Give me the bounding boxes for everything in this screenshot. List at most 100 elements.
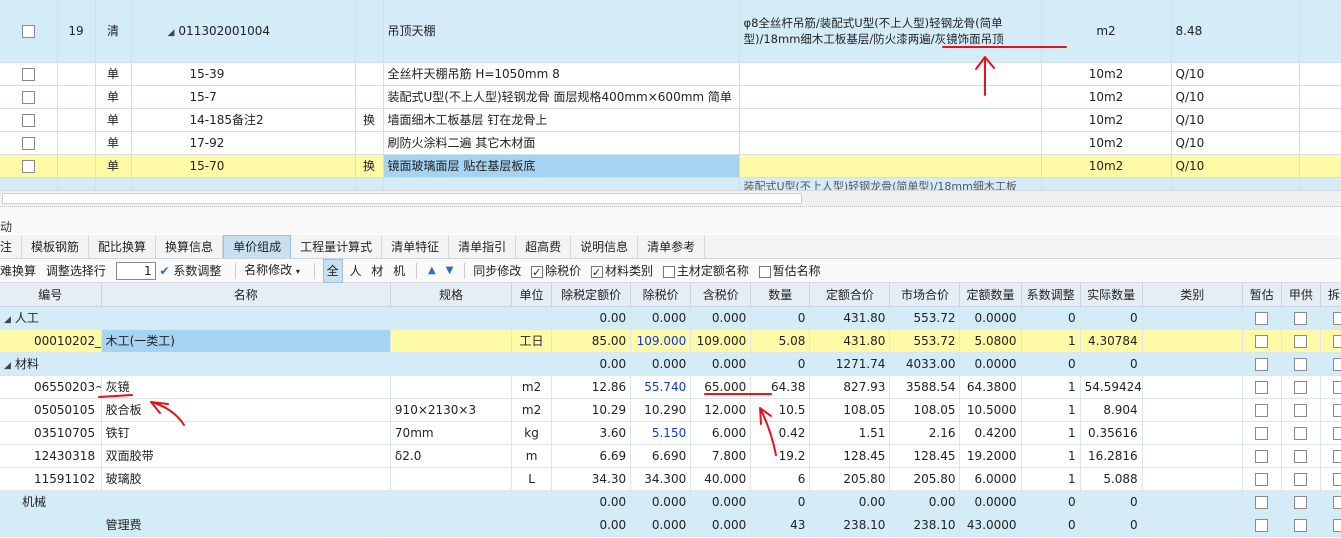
cell-actual-qty[interactable]: 54.59424 bbox=[1080, 375, 1143, 399]
cell-code[interactable]: 05050105 bbox=[0, 398, 102, 422]
tab-unit-price[interactable]: 单价组成 bbox=[223, 235, 292, 258]
group-row[interactable]: ◢ 材料 0.00 0.000 0.000 0 1271.74 4033.00 0.0000 0 0 bbox=[0, 352, 1341, 376]
col-category[interactable]: 类别 bbox=[1142, 283, 1243, 307]
resource-row[interactable]: 03510705 铁钉 70mm kg 3.60 5.150 6.000 0.42 1.51 2.… bbox=[0, 421, 1341, 445]
col-owner-supplied[interactable]: 甲供 bbox=[1281, 283, 1321, 307]
cell-quota-price-ex-tax[interactable]: 0.00 bbox=[551, 352, 632, 376]
resource-row[interactable]: 12430318 双面胶带 δ2.0 m 6.69 6.690 7.800 19.2 128.4… bbox=[0, 444, 1341, 468]
cell-coef-adjust[interactable]: 1 bbox=[1021, 375, 1081, 399]
cell-market-total[interactable]: 128.45 bbox=[889, 444, 961, 468]
cell-market-total[interactable]: 238.10 bbox=[889, 513, 961, 537]
cell-quota-qty[interactable]: 0.0000 bbox=[959, 490, 1022, 514]
split-checkbox[interactable] bbox=[1333, 449, 1341, 463]
col-spec[interactable]: 规格 bbox=[390, 283, 513, 307]
split-cell[interactable] bbox=[1320, 306, 1341, 330]
rename-dropdown[interactable]: 名称修改 ▾ bbox=[244, 259, 300, 283]
split-checkbox[interactable] bbox=[1333, 380, 1341, 394]
col-unit[interactable]: 单位 bbox=[511, 283, 553, 307]
owner-supplied-checkbox[interactable] bbox=[1294, 357, 1308, 371]
cell-quota-qty[interactable]: 43.0000 bbox=[959, 513, 1022, 537]
owner-supplied-cell[interactable] bbox=[1281, 513, 1321, 537]
cell-quota-total[interactable]: 431.80 bbox=[809, 329, 891, 353]
provisional-cell[interactable] bbox=[1242, 398, 1282, 422]
owner-supplied-cell[interactable] bbox=[1281, 352, 1321, 376]
cell-coef-adjust[interactable]: 0 bbox=[1021, 513, 1081, 537]
cell-price-ex-tax[interactable]: 5.150 bbox=[630, 421, 692, 445]
cell-quantity[interactable]: 0 bbox=[750, 490, 811, 514]
owner-supplied-checkbox[interactable] bbox=[1294, 472, 1308, 486]
cell-quota-price-ex-tax[interactable]: 0.00 bbox=[551, 513, 632, 537]
owner-supplied-cell[interactable] bbox=[1281, 306, 1321, 330]
cell-quota-price-ex-tax[interactable]: 12.86 bbox=[551, 375, 632, 399]
category-cell[interactable] bbox=[1142, 329, 1243, 353]
split-checkbox[interactable] bbox=[1333, 472, 1341, 486]
category-cell[interactable] bbox=[1142, 490, 1243, 514]
col-quota-price-ex-tax[interactable]: 除税定额价 bbox=[551, 283, 632, 307]
row-checkbox-cell[interactable] bbox=[0, 62, 58, 86]
tab-quantity-formula[interactable]: 工程量计算式 bbox=[291, 236, 383, 259]
cell-actual-qty[interactable]: 4.30784 bbox=[1080, 329, 1143, 353]
group-label[interactable]: ◢ 人工 bbox=[0, 306, 553, 330]
col-coef-adjust[interactable]: 系数调整 bbox=[1021, 283, 1081, 307]
cell-quota-qty[interactable]: 10.5000 bbox=[959, 398, 1022, 422]
split-checkbox[interactable] bbox=[1333, 495, 1341, 509]
cell-quantity[interactable]: 5.08 bbox=[750, 329, 811, 353]
category-cell[interactable] bbox=[1142, 513, 1243, 537]
provisional-cell[interactable] bbox=[1242, 421, 1282, 445]
provisional-cell[interactable] bbox=[1242, 444, 1282, 468]
split-cell[interactable] bbox=[1320, 352, 1341, 376]
cell-quota-qty[interactable]: 6.0000 bbox=[959, 467, 1022, 491]
material-type-checkbox[interactable]: 材料类别 bbox=[590, 260, 653, 284]
cell-market-total[interactable]: 3588.54 bbox=[889, 375, 961, 399]
cell-actual-qty[interactable]: 16.2816 bbox=[1080, 444, 1143, 468]
cell-coef-adjust[interactable]: 1 bbox=[1021, 398, 1081, 422]
split-cell[interactable] bbox=[1320, 444, 1341, 468]
owner-supplied-checkbox[interactable] bbox=[1294, 495, 1308, 509]
split-cell[interactable] bbox=[1320, 490, 1341, 514]
cell-price-ex-tax[interactable]: 0.000 bbox=[630, 490, 692, 514]
cell-actual-qty[interactable]: 5.088 bbox=[1080, 467, 1143, 491]
cell-quota-total[interactable]: 827.93 bbox=[809, 375, 891, 399]
cell-actual-qty[interactable]: 0 bbox=[1080, 352, 1143, 376]
cell-quota-total[interactable]: 1271.74 bbox=[809, 352, 891, 376]
provisional-cell[interactable] bbox=[1242, 306, 1282, 330]
provisional-checkbox[interactable] bbox=[1255, 472, 1269, 486]
owner-supplied-cell[interactable] bbox=[1281, 467, 1321, 491]
category-cell[interactable] bbox=[1142, 375, 1243, 399]
cell-price-inc-tax[interactable]: 7.800 bbox=[690, 444, 752, 468]
cell-quota-total[interactable]: 205.80 bbox=[809, 467, 891, 491]
cell-spec[interactable] bbox=[390, 467, 513, 491]
col-name[interactable]: 名称 bbox=[101, 283, 391, 307]
cell-spec[interactable] bbox=[390, 375, 513, 399]
cell-quantity[interactable]: 43 bbox=[750, 513, 811, 537]
provisional-cell[interactable] bbox=[1242, 490, 1282, 514]
owner-supplied-cell[interactable] bbox=[1281, 421, 1321, 445]
tax-excluded-checkbox[interactable]: 除税价 bbox=[531, 260, 581, 284]
row-checkbox-cell[interactable] bbox=[0, 108, 58, 132]
quota-row[interactable]: 单 15-39 全丝杆天棚吊筋 H=1050mm 8 10m2 Q/10 bbox=[0, 62, 1341, 86]
tab-mix-conversion[interactable]: 配比换算 bbox=[89, 236, 157, 259]
cell-unit[interactable]: kg bbox=[511, 421, 553, 445]
category-cell[interactable] bbox=[1142, 421, 1243, 445]
cell-quota-price-ex-tax[interactable]: 85.00 bbox=[551, 329, 632, 353]
category-cell[interactable] bbox=[1142, 467, 1243, 491]
cell-code[interactable]: 00010202_0: bbox=[0, 329, 102, 353]
cell-name[interactable]: 木工(一类工) bbox=[101, 329, 391, 353]
cell-price-inc-tax[interactable]: 0.000 bbox=[690, 352, 752, 376]
scrollbar-thumb[interactable] bbox=[2, 193, 802, 204]
cell-unit[interactable]: m2 bbox=[511, 375, 553, 399]
move-up-icon[interactable]: ▲ bbox=[425, 260, 439, 282]
checkbox-checked[interactable] bbox=[590, 262, 603, 284]
cell-price-inc-tax[interactable]: 0.000 bbox=[690, 513, 752, 537]
tab-conversion-info[interactable]: 换算信息 bbox=[156, 236, 224, 259]
filter-all[interactable]: 全 bbox=[322, 259, 343, 283]
col-code[interactable]: 编号 bbox=[0, 283, 102, 307]
provisional-name-checkbox[interactable]: 暂估名称 bbox=[758, 260, 821, 282]
horizontal-scrollbar[interactable] bbox=[0, 190, 1341, 206]
cell-quota-price-ex-tax[interactable]: 10.29 bbox=[551, 398, 632, 422]
cell-unit[interactable]: m bbox=[511, 444, 553, 468]
split-cell[interactable] bbox=[1320, 467, 1341, 491]
quota-row[interactable]: 单 14-185备注2 换 墙面细木工板基层 钉在龙骨上 10m2 Q/10 bbox=[0, 108, 1341, 132]
collapse-triangle-icon[interactable]: ◢ bbox=[4, 361, 11, 371]
cell-market-total[interactable]: 553.72 bbox=[889, 306, 961, 330]
